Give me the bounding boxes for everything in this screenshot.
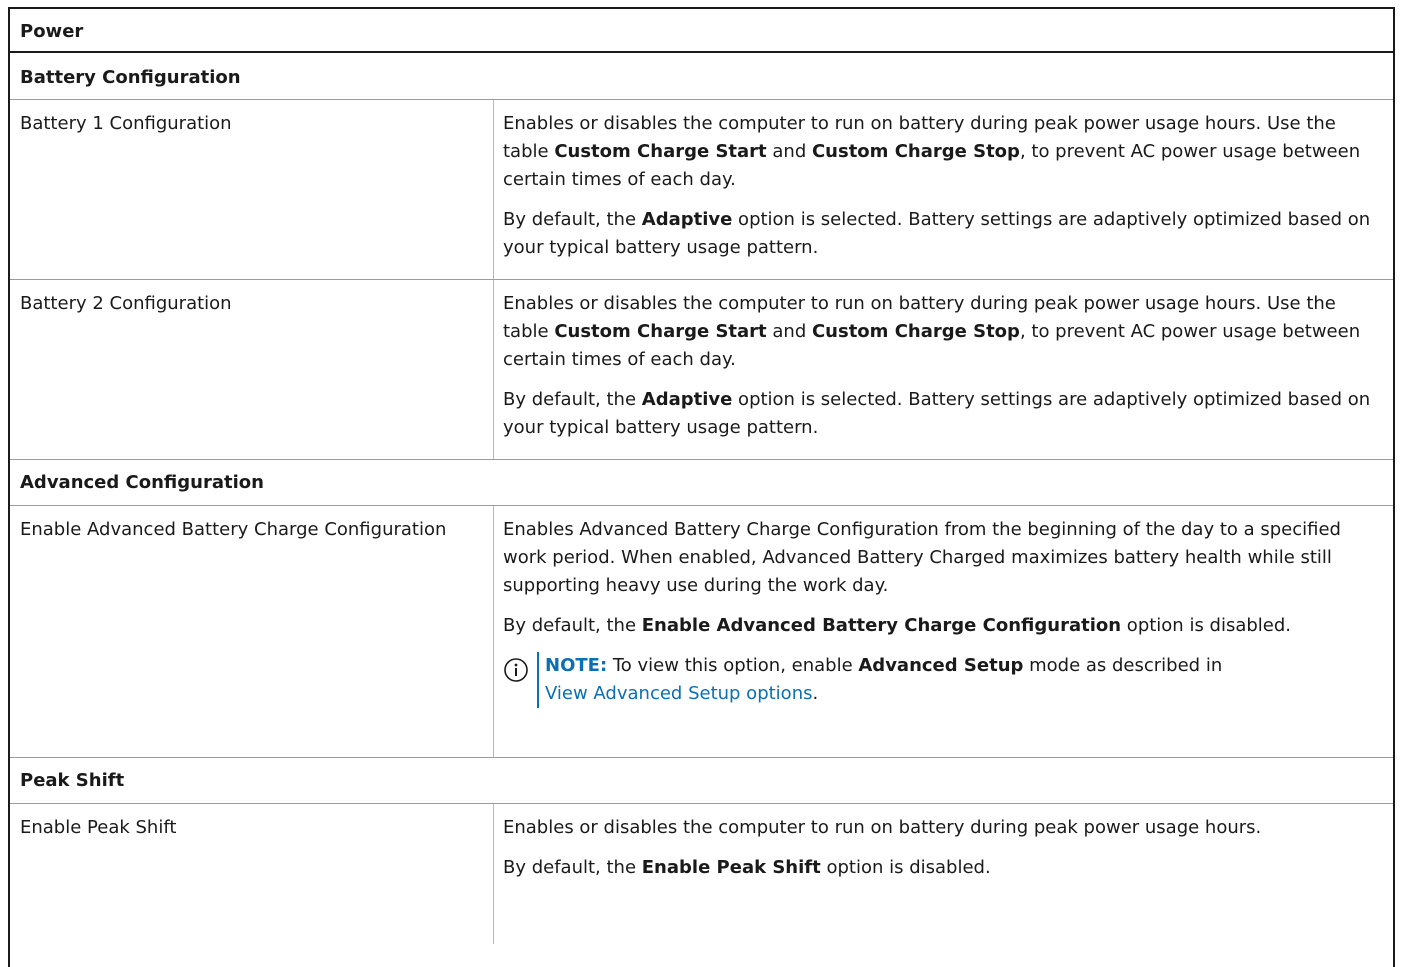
- default-paragraph: By default, the Adaptive option is selec…: [503, 209, 1371, 258]
- note-text: NOTE: To view this option, enable Advanc…: [537, 652, 1222, 708]
- setting-description: Enables Advanced Battery Charge Configur…: [494, 506, 1393, 757]
- setting-name: Enable Peak Shift: [10, 804, 494, 944]
- setting-name: Battery 1 Configuration: [10, 100, 494, 279]
- table-row-battery-1: Battery 1 Configuration Enables or disab…: [10, 100, 1393, 280]
- note-label: NOTE:: [545, 655, 608, 676]
- table-row-advanced-battery-charge: Enable Advanced Battery Charge Configura…: [10, 506, 1393, 758]
- setting-description: Enables or disables the computer to run …: [494, 100, 1393, 279]
- section-heading-advanced-configuration: Advanced Configuration: [10, 460, 1393, 506]
- setting-description: Enables or disables the computer to run …: [494, 280, 1393, 459]
- section-heading-peak-shift: Peak Shift: [10, 758, 1393, 804]
- info-icon: [503, 652, 537, 692]
- note-callout: NOTE: To view this option, enable Advanc…: [503, 652, 1373, 708]
- setting-name: Battery 2 Configuration: [10, 280, 494, 459]
- table-row-battery-2: Battery 2 Configuration Enables or disab…: [10, 280, 1393, 460]
- section-heading-battery-configuration: Battery Configuration: [10, 53, 1393, 100]
- table-title: Power: [10, 9, 1393, 53]
- view-advanced-setup-link[interactable]: View Advanced Setup options: [545, 683, 812, 704]
- description-paragraph: Enables Advanced Battery Charge Configur…: [503, 519, 1341, 596]
- description-paragraph: Enables or disables the computer to run …: [503, 113, 1361, 190]
- setting-name: Enable Advanced Battery Charge Configura…: [10, 506, 494, 757]
- setting-description: Enables or disables the computer to run …: [494, 804, 1393, 944]
- default-paragraph: By default, the Adaptive option is selec…: [503, 389, 1371, 438]
- description-paragraph: Enables or disables the computer to run …: [503, 293, 1361, 370]
- default-paragraph: By default, the Enable Advanced Battery …: [503, 615, 1292, 636]
- description-paragraph: Enables or disables the computer to run …: [503, 817, 1262, 838]
- default-paragraph: By default, the Enable Peak Shift option…: [503, 857, 991, 878]
- power-settings-table: Power Battery Configuration Battery 1 Co…: [8, 7, 1395, 967]
- table-row-peak-shift: Enable Peak Shift Enables or disables th…: [10, 804, 1393, 944]
